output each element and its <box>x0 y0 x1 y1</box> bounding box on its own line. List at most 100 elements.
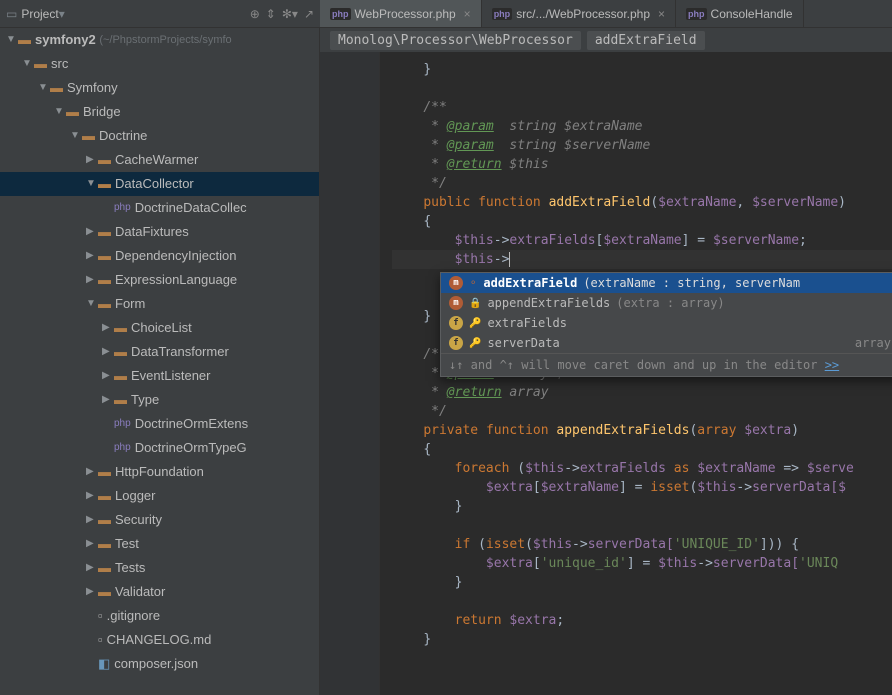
tree-label: symfony2 <box>35 28 96 52</box>
tree-security[interactable]: ▶▬Security <box>0 508 319 532</box>
tree-datacollector[interactable]: ▼▬DataCollector <box>0 172 319 196</box>
completion-return: array <box>855 336 891 350</box>
tree-cachewarmer[interactable]: ▶▬CacheWarmer <box>0 148 319 172</box>
tree-ormext[interactable]: phpDoctrineOrmExtens <box>0 412 319 436</box>
tree-label: EventListener <box>131 364 211 388</box>
tree-label: Security <box>115 508 162 532</box>
tree-label: ExpressionLanguage <box>115 268 237 292</box>
tree-root[interactable]: ▼▬symfony2 (~/PhpstormProjects/symfo <box>0 28 319 52</box>
completion-name: addExtraField <box>483 276 577 290</box>
field-icon: f <box>449 336 463 350</box>
editor-tabs: php WebProcessor.php × php src/.../WebPr… <box>320 0 892 28</box>
tree-symfony[interactable]: ▼▬Symfony <box>0 76 319 100</box>
completion-item[interactable]: f 🔑 serverData array <box>441 333 892 353</box>
php-icon: php <box>686 8 707 20</box>
collapse-icon[interactable]: ⇕ <box>266 7 276 21</box>
target-icon[interactable]: ⊕ <box>250 7 260 21</box>
tree-label: Doctrine <box>99 124 147 148</box>
tab-webprocessor[interactable]: php WebProcessor.php × <box>320 0 482 27</box>
tree-logger[interactable]: ▶▬Logger <box>0 484 319 508</box>
tree-test[interactable]: ▶▬Test <box>0 532 319 556</box>
php-icon: php <box>330 8 351 20</box>
tree-label: DataFixtures <box>115 220 189 244</box>
tab-webprocessor-2[interactable]: php src/.../WebProcessor.php × <box>482 0 676 27</box>
php-icon: php <box>492 8 513 20</box>
tree-hint: (~/PhpstormProjects/symfo <box>99 28 231 52</box>
project-tree[interactable]: ▼▬symfony2 (~/PhpstormProjects/symfo ▼▬s… <box>0 28 320 695</box>
tab-label: ConsoleHandle <box>711 7 793 21</box>
completion-item[interactable]: m🔒 appendExtraFields(extra : array) <box>441 293 892 313</box>
tree-form[interactable]: ▼▬Form <box>0 292 319 316</box>
tree-label: Tests <box>115 556 145 580</box>
tree-choicelist[interactable]: ▶▬ChoiceList <box>0 316 319 340</box>
completion-sig: (extra : array) <box>616 296 724 310</box>
tree-bridge[interactable]: ▼▬Bridge <box>0 100 319 124</box>
tree-label: DataCollector <box>115 172 194 196</box>
gutter <box>320 52 380 695</box>
private-icon: 🔒 <box>469 298 481 309</box>
gear-icon[interactable]: ✻▾ <box>282 7 298 21</box>
tree-label: src <box>51 52 68 76</box>
tree-ormtype[interactable]: phpDoctrineOrmTypeG <box>0 436 319 460</box>
crumb-method[interactable]: addExtraField <box>587 31 705 50</box>
completion-name: appendExtraFields <box>487 296 610 310</box>
close-icon[interactable]: × <box>464 7 471 21</box>
tree-type[interactable]: ▶▬Type <box>0 388 319 412</box>
tree-label: Test <box>115 532 139 556</box>
project-icon: ▭ <box>6 7 17 21</box>
tree-composer[interactable]: ◧composer.json <box>0 652 319 676</box>
project-panel-title: Project <box>21 7 58 21</box>
completion-popup[interactable]: m ⚬ addExtraField (extraName : string, ser… <box>440 272 892 377</box>
field-icon: f <box>449 316 463 330</box>
completion-name: serverData <box>487 336 559 350</box>
tree-ddc[interactable]: phpDoctrineDataCollec <box>0 196 319 220</box>
tree-label: Type <box>131 388 159 412</box>
tree-exprlang[interactable]: ▶▬ExpressionLanguage <box>0 268 319 292</box>
tree-label: Form <box>115 292 145 316</box>
tree-datatransformer[interactable]: ▶▬DataTransformer <box>0 340 319 364</box>
tree-label: DoctrineOrmExtens <box>135 412 248 436</box>
tree-httpfoundation[interactable]: ▶▬HttpFoundation <box>0 460 319 484</box>
completion-item[interactable]: f 🔑 extraFields <box>441 313 892 333</box>
tree-src[interactable]: ▼▬src <box>0 52 319 76</box>
tree-label: Logger <box>115 484 155 508</box>
dropdown-icon[interactable]: ▾ <box>59 7 65 21</box>
tree-tests[interactable]: ▶▬Tests <box>0 556 319 580</box>
tree-label: CHANGELOG.md <box>107 628 212 652</box>
tree-label: HttpFoundation <box>115 460 204 484</box>
tree-label: DoctrineDataCollec <box>135 196 247 220</box>
key-icon: 🔑 <box>469 318 481 329</box>
completion-hint: ↓↑ and ^↑ will move caret down and up in… <box>441 353 892 376</box>
tree-validator[interactable]: ▶▬Validator <box>0 580 319 604</box>
project-toolbar: ⊕ ⇕ ✻▾ ↗ <box>250 7 314 21</box>
code-editor[interactable]: Monolog\Processor\WebProcessor addExtraF… <box>320 28 892 695</box>
tree-label: DependencyInjection <box>115 244 236 268</box>
hide-icon[interactable]: ↗ <box>304 7 314 21</box>
completion-name: extraFields <box>487 316 566 330</box>
tree-changelog[interactable]: ▫CHANGELOG.md <box>0 628 319 652</box>
completion-item[interactable]: m ⚬ addExtraField (extraName : string, ser… <box>441 273 892 293</box>
public-icon: ⚬ <box>469 278 477 289</box>
breadcrumb: Monolog\Processor\WebProcessor addExtraF… <box>320 28 892 52</box>
tree-label: CacheWarmer <box>115 148 198 172</box>
key-icon: 🔑 <box>469 338 481 349</box>
close-icon[interactable]: × <box>658 7 665 21</box>
tree-datafixtures[interactable]: ▶▬DataFixtures <box>0 220 319 244</box>
tree-label: Symfony <box>67 76 118 100</box>
method-icon: m <box>449 276 463 290</box>
tree-label: Bridge <box>83 100 121 124</box>
tree-label: DataTransformer <box>131 340 229 364</box>
tree-label: .gitignore <box>107 604 160 628</box>
tree-eventlistener[interactable]: ▶▬EventListener <box>0 364 319 388</box>
tab-consolehandle[interactable]: php ConsoleHandle <box>676 0 804 27</box>
tree-gitignore[interactable]: ▫.gitignore <box>0 604 319 628</box>
completion-sig: (extraName : string, serverNam <box>583 276 800 290</box>
tree-depinj[interactable]: ▶▬DependencyInjection <box>0 244 319 268</box>
tree-label: DoctrineOrmTypeG <box>135 436 247 460</box>
tree-label: composer.json <box>114 652 198 676</box>
tree-label: ChoiceList <box>131 316 192 340</box>
hint-link[interactable]: >> <box>825 358 839 372</box>
tree-doctrine[interactable]: ▼▬Doctrine <box>0 124 319 148</box>
crumb-class[interactable]: Monolog\Processor\WebProcessor <box>330 31 581 50</box>
tree-label: Validator <box>115 580 165 604</box>
